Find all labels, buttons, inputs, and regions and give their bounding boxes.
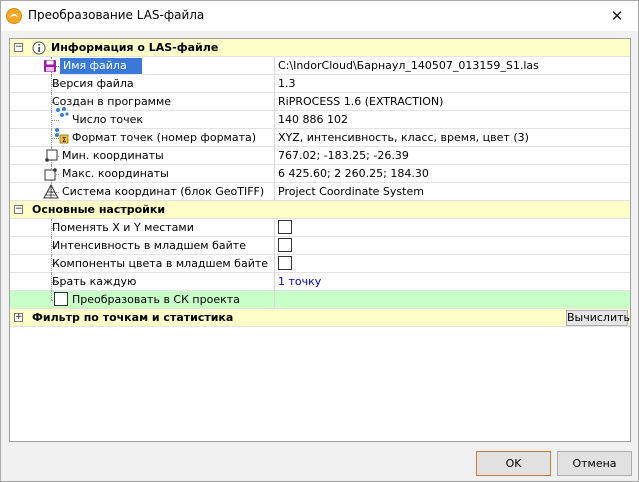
prop-name: Поменять X и Y местами bbox=[52, 221, 194, 234]
prop-row-color-low-byte[interactable]: Компоненты цвета в младшем байте bbox=[10, 255, 630, 273]
prop-value[interactable]: 767.02; -183.25; -26.39 bbox=[278, 149, 409, 162]
color-low-byte-checkbox[interactable] bbox=[278, 256, 292, 270]
prop-row-point-format[interactable]: Σ Формат точек (номер формата) XYZ, инте… bbox=[10, 128, 630, 147]
prop-row-intensity-low-byte[interactable]: Интенсивность в младшем байте bbox=[10, 237, 630, 255]
prop-value[interactable]: XYZ, интенсивность, класс, время, цвет (… bbox=[278, 131, 529, 144]
prop-name: Система координат (блок GeoTIFF) bbox=[62, 185, 265, 198]
convert-to-project-cs-checkbox[interactable] bbox=[54, 292, 68, 306]
prop-value[interactable]: 6 425.60; 2 260.25; 184.30 bbox=[278, 167, 429, 180]
collapse-icon[interactable]: − bbox=[14, 205, 23, 214]
prop-row-file-version[interactable]: Версия файла 1.3 bbox=[10, 75, 630, 93]
prop-value[interactable]: RiPROCESS 1.6 (EXTRACTION) bbox=[278, 95, 443, 108]
cancel-button[interactable]: Отмена bbox=[557, 451, 632, 476]
intensity-low-byte-checkbox[interactable] bbox=[278, 238, 292, 252]
prop-name: Мин. координаты bbox=[62, 149, 164, 162]
prop-row-take-every[interactable]: Брать каждую 1 точку bbox=[10, 273, 630, 291]
save-icon bbox=[44, 60, 56, 72]
take-every-value[interactable]: 1 точку bbox=[278, 275, 321, 288]
window-title: Преобразование LAS-файла bbox=[28, 8, 205, 22]
dialog-window: Преобразование LAS-файла ✕ − Информация … bbox=[0, 0, 639, 482]
prop-row-file-name[interactable]: Имя файла C:\IndorCloud\Барнаул_140507_0… bbox=[10, 57, 630, 75]
dialog-button-bar: OK Отмена bbox=[1, 446, 638, 481]
app-logo-icon bbox=[6, 8, 22, 24]
property-grid: − Информация о LAS-файле Имя файла C:\In… bbox=[9, 38, 631, 442]
prop-name: Число точек bbox=[72, 113, 144, 126]
prop-value[interactable]: 140 886 102 bbox=[278, 113, 348, 126]
prop-row-max-coords[interactable]: Макс. координаты 6 425.60; 2 260.25; 184… bbox=[10, 165, 630, 183]
points-icon bbox=[56, 107, 69, 117]
svg-text:Σ: Σ bbox=[62, 136, 66, 144]
prop-name: Формат точек (номер формата) bbox=[72, 131, 257, 144]
info-icon bbox=[32, 41, 46, 55]
category-title-settings: Основные настройки bbox=[32, 203, 166, 216]
prop-row-min-coords[interactable]: Мин. координаты 767.02; -183.25; -26.39 bbox=[10, 147, 630, 165]
close-button[interactable]: ✕ bbox=[606, 5, 628, 27]
prop-row-created-by[interactable]: Создан в программе RiPROCESS 1.6 (EXTRAC… bbox=[10, 93, 630, 111]
tree-line bbox=[51, 291, 52, 300]
prop-name: Компоненты цвета в младшем байте bbox=[52, 257, 269, 270]
prop-value[interactable]: 1.3 bbox=[278, 77, 296, 90]
prop-name: Преобразовать в СК проекта bbox=[72, 293, 240, 306]
point-format-icon: Σ bbox=[55, 128, 69, 144]
swap-xy-checkbox[interactable] bbox=[278, 220, 292, 234]
ok-button[interactable]: OK bbox=[476, 451, 551, 476]
min-bbox-icon bbox=[45, 149, 58, 162]
prop-row-point-count[interactable]: Число точек 140 886 102 bbox=[10, 107, 630, 129]
prop-name: Макс. координаты bbox=[62, 167, 169, 180]
prop-name: Брать каждую bbox=[52, 275, 137, 288]
prop-row-coord-system[interactable]: Система координат (блок GeoTIFF) Project… bbox=[10, 183, 630, 201]
coordinate-system-icon bbox=[43, 184, 59, 199]
prop-name: Имя файла bbox=[60, 58, 142, 74]
category-info[interactable]: − Информация о LAS-файле bbox=[10, 39, 630, 57]
category-settings[interactable]: − Основные настройки bbox=[10, 201, 630, 219]
category-filter[interactable]: + Фильтр по точкам и статистика Вычислит… bbox=[10, 309, 630, 327]
prop-row-convert-to-project-cs[interactable]: Преобразовать в СК проекта bbox=[10, 291, 630, 309]
max-bbox-icon bbox=[44, 168, 57, 181]
prop-row-swap-xy[interactable]: Поменять X и Y местами bbox=[10, 219, 630, 237]
collapse-icon[interactable]: − bbox=[14, 43, 23, 52]
title-bar: Преобразование LAS-файла ✕ bbox=[1, 1, 638, 31]
prop-value[interactable]: C:\IndorCloud\Барнаул_140507_013159_S1.l… bbox=[278, 59, 539, 72]
expand-icon[interactable]: + bbox=[14, 313, 23, 322]
prop-name: Версия файла bbox=[52, 77, 134, 90]
category-title-filter: Фильтр по точкам и статистика bbox=[32, 311, 234, 324]
prop-name: Интенсивность в младшем байте bbox=[52, 239, 246, 252]
category-title-info: Информация о LAS-файле bbox=[51, 41, 219, 54]
calculate-button[interactable]: Вычислить bbox=[566, 310, 630, 326]
prop-value[interactable]: Project Coordinate System bbox=[278, 185, 424, 198]
